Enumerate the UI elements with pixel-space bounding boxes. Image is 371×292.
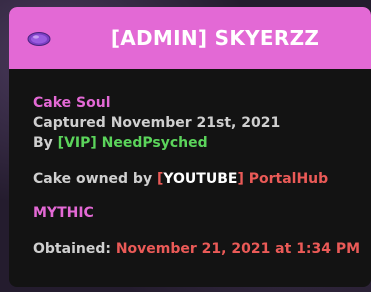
- owned-by: Cake owned by [YOUTUBE] PortalHub: [33, 169, 371, 189]
- captured-by-prefix: By: [33, 135, 58, 151]
- captured-by: By [VIP] NeedPsyched: [33, 133, 371, 153]
- item-name: Cake Soul: [33, 95, 111, 111]
- obtained-value: November 21, 2021 at 1:34 PM: [115, 241, 361, 257]
- purple-gem-icon: [27, 31, 51, 46]
- obtained-line: Obtained: November 21, 2021 at 1:34 PM: [33, 239, 371, 259]
- obtained-label: Obtained:: [33, 241, 111, 257]
- rarity-label: MYTHIC: [33, 205, 94, 221]
- owner-rank: YOUTUBE: [163, 171, 238, 187]
- owner-rank-close: ]: [237, 171, 244, 187]
- tooltip-header: [ADMIN] SKYERZZ: [9, 7, 371, 69]
- owned-by-prefix: Cake owned by: [33, 171, 157, 187]
- tooltip-body: Cake Soul Captured November 21st, 2021 B…: [9, 69, 371, 259]
- captured-by-rank: [VIP]: [57, 135, 97, 151]
- owner-name: PortalHub: [248, 171, 329, 187]
- captured-date: Captured November 21st, 2021: [33, 115, 281, 131]
- item-tooltip-card: [ADMIN] SKYERZZ Cake Soul Captured Novem…: [9, 7, 371, 287]
- captured-by-name: NeedPsyched: [101, 135, 208, 151]
- player-title: [ADMIN] SKYERZZ: [110, 26, 320, 50]
